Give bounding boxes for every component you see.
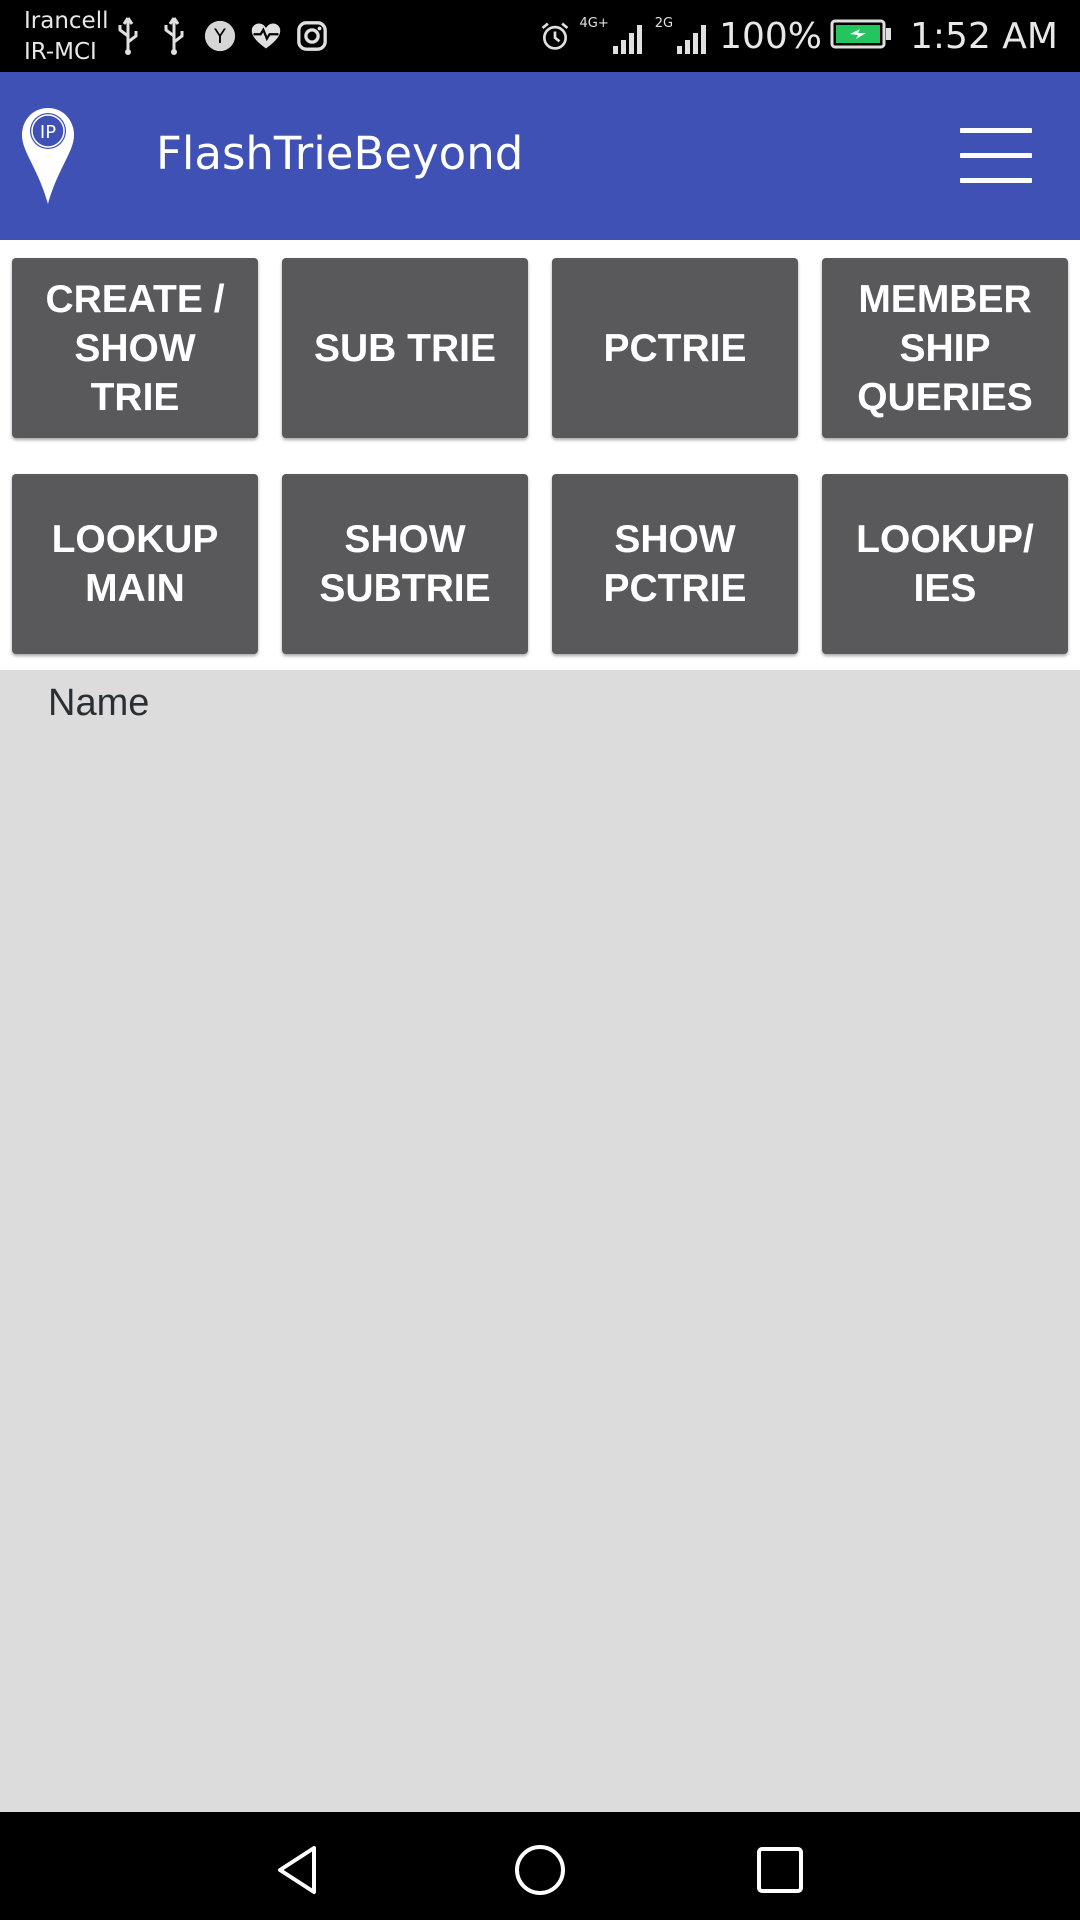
carrier-info: Irancell IR-MCI [24, 6, 109, 68]
name-label: Name [48, 682, 150, 724]
recents-icon[interactable] [752, 1842, 808, 1898]
carrier-name-secondary: IR-MCI [24, 39, 97, 65]
battery-percent: 100% [719, 15, 823, 57]
sub-trie-button[interactable]: SUB TRIE [282, 258, 528, 438]
battery-charging-icon [830, 19, 892, 53]
y-app-icon: Y [204, 16, 236, 56]
system-status-icons: 4G+ 2G 100% 1:52 AM [539, 10, 1058, 62]
pctrie-button[interactable]: PCTRIE [552, 258, 798, 438]
heart-pulse-icon [250, 16, 282, 56]
signal-4g-icon: 4G+ [579, 16, 646, 56]
notification-icons: Y [112, 16, 328, 56]
navigation-bar [0, 1812, 1080, 1920]
action-button-panel: CREATE / SHOW TRIE SUB TRIE PCTRIE MEMBE… [0, 240, 1080, 670]
svg-text:Y: Y [213, 25, 226, 48]
network-type-secondary: 2G [654, 16, 674, 31]
show-subtrie-button[interactable]: SHOW SUBTRIE [282, 474, 528, 654]
home-icon[interactable] [512, 1842, 568, 1898]
clock-time: 1:52 AM [910, 15, 1058, 57]
carrier-name-primary: Irancell [24, 8, 109, 34]
back-icon[interactable] [270, 1842, 326, 1898]
usb-icon [158, 16, 190, 56]
lookup-ies-button[interactable]: LOOKUP/ IES [822, 474, 1068, 654]
membership-queries-button[interactable]: MEMBER SHIP QUERIES [822, 258, 1068, 438]
create-show-trie-button[interactable]: CREATE / SHOW TRIE [12, 258, 258, 438]
location-pin-logo-icon: IP [22, 108, 74, 204]
menu-icon [960, 128, 1032, 133]
status-bar: Irancell IR-MCI Y 4G+ 2G 100% 1:52 AM [0, 0, 1080, 72]
logo-text: IP [40, 122, 56, 143]
network-type-primary: 4G+ [579, 16, 609, 31]
signal-2g-icon: 2G [655, 16, 711, 56]
app-title: FlashTrieBeyond [156, 127, 524, 180]
usb-icon [112, 16, 144, 56]
lookup-main-button[interactable]: LOOKUP MAIN [12, 474, 258, 654]
app-bar: IP FlashTrieBeyond [0, 72, 1080, 240]
hamburger-menu-button[interactable] [960, 128, 1032, 184]
instagram-icon [296, 16, 328, 56]
alarm-icon [539, 16, 571, 56]
show-pctrie-button[interactable]: SHOW PCTRIE [552, 474, 798, 654]
